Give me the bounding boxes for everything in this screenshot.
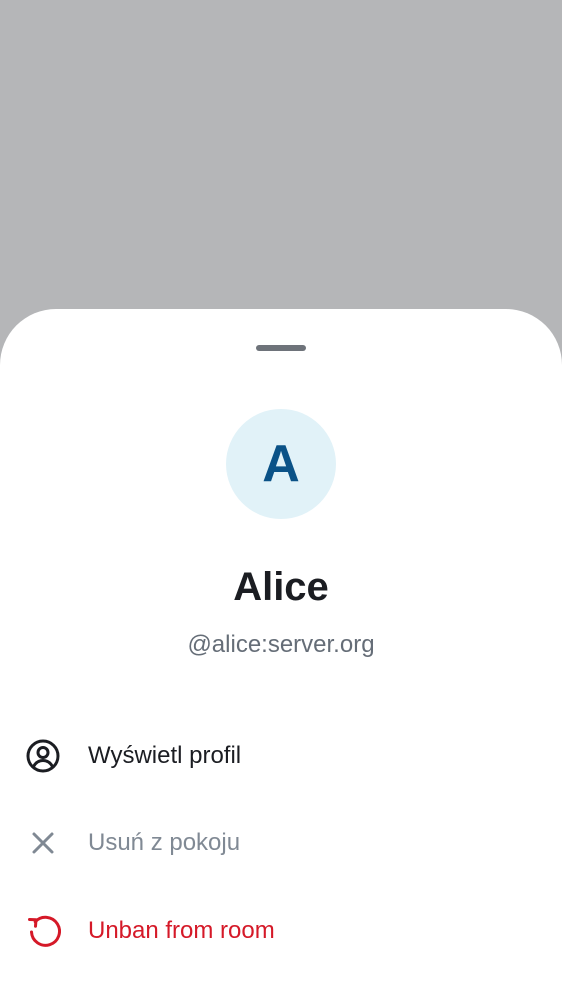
drag-handle[interactable] [256, 345, 306, 351]
restart-icon [25, 913, 61, 949]
display-name: Alice [233, 565, 329, 609]
close-icon [25, 825, 61, 861]
avatar: A [226, 409, 336, 519]
unban-from-room-button[interactable]: Unban from room [0, 891, 562, 971]
bottom-sheet: A Alice @alice:server.org Wyświetl profi… [0, 309, 562, 1000]
user-id: @alice:server.org [187, 631, 375, 658]
user-profile-icon [25, 738, 61, 774]
remove-from-room-button[interactable]: Usuń z pokoju [0, 803, 562, 883]
avatar-initial: A [262, 435, 300, 493]
remove-from-room-label: Usuń z pokoju [88, 829, 241, 856]
view-profile-label: Wyświetl profil [88, 742, 242, 769]
view-profile-button[interactable]: Wyświetl profil [0, 716, 562, 796]
unban-from-room-label: Unban from room [88, 917, 275, 944]
